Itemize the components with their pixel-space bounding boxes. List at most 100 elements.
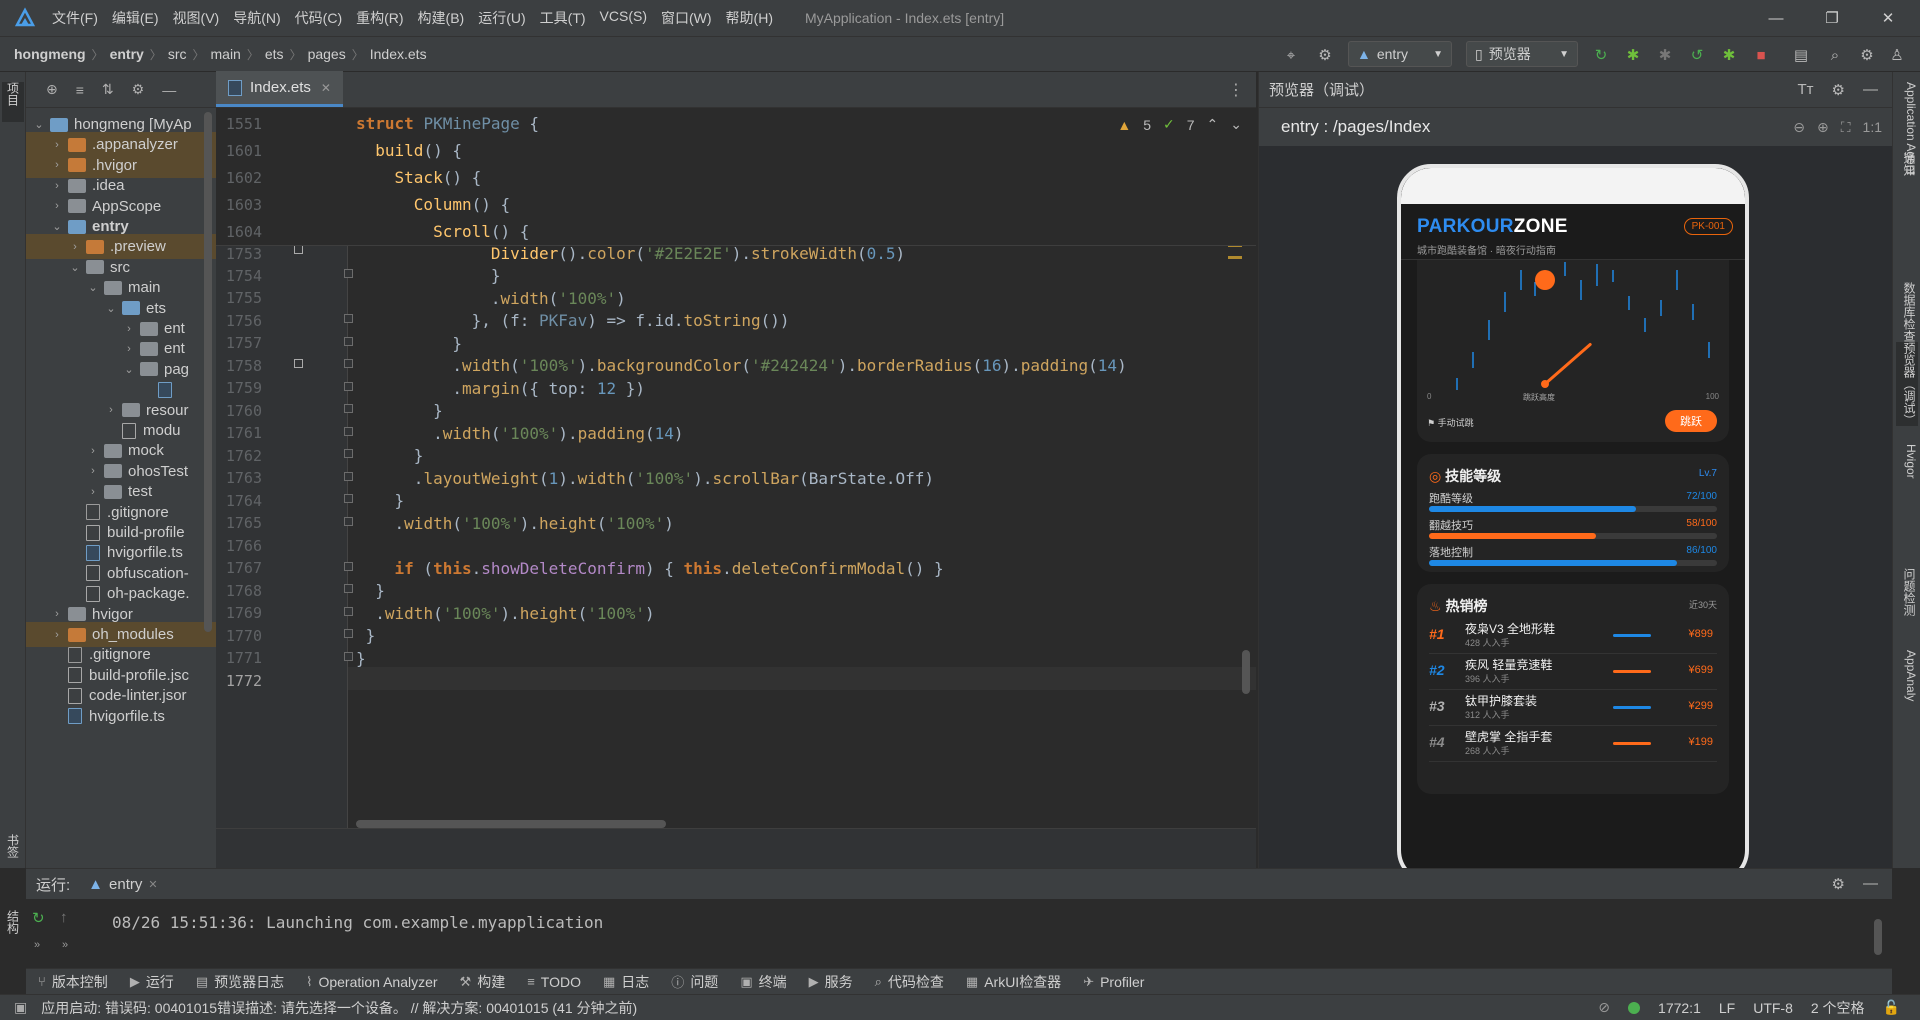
status-message[interactable]: 应用启动: 错误码: 00401015错误描述: 请先选择一个设备。 // 解决… (41, 998, 637, 1018)
locate-icon[interactable]: ⌖ (1280, 44, 1302, 66)
user-icon[interactable]: ♙ (1886, 44, 1908, 66)
code-line[interactable]: 1604 Scroll() { (216, 218, 1256, 246)
tree-item[interactable]: hvigorfile.ts (26, 704, 216, 729)
chevron-right-icon[interactable]: › (50, 159, 64, 171)
tab-project[interactable]: 项目 (2, 82, 24, 122)
rerun-icon[interactable]: ↻ (32, 909, 45, 927)
close-window-button[interactable]: ✕ (1860, 0, 1916, 36)
tool-window-button[interactable]: ⑂ 版本控制 (38, 972, 108, 992)
fold-marker-icon[interactable] (344, 404, 353, 413)
chevron-right-icon[interactable]: › (50, 139, 64, 151)
line-separator[interactable]: LF (1719, 1000, 1735, 1016)
fold-marker-icon[interactable] (344, 561, 353, 571)
run-tab-entry[interactable]: ▲ entry ✕ (88, 876, 157, 893)
chevron-down-icon[interactable]: ⌄ (122, 363, 136, 376)
close-tab-icon[interactable]: ✕ (148, 878, 157, 891)
tool-window-button[interactable]: ▤ 预览器日志 (196, 972, 284, 992)
profile-icon[interactable]: ✱ (1718, 44, 1740, 66)
attach-debugger-icon[interactable]: ✱ (1654, 44, 1676, 66)
fold-marker-icon[interactable] (344, 336, 353, 346)
panel-toggle-icon[interactable]: ▣ (14, 999, 27, 1016)
tool-window-button[interactable]: ⌕ 代码检查 (875, 972, 944, 992)
tool-window-button[interactable]: ▣ 终端 (740, 972, 786, 992)
breadcrumb-item[interactable]: ets (265, 46, 284, 62)
search-icon[interactable]: ⌕ (1824, 44, 1846, 66)
maximize-window-button[interactable]: ❐ (1804, 0, 1860, 36)
gear-icon[interactable]: ⚙ (1832, 875, 1845, 893)
chevron-right-icon[interactable]: › (86, 445, 100, 457)
run-scrollbar[interactable] (1874, 919, 1882, 955)
code-line[interactable]: 1601 build() { (216, 137, 1256, 165)
fold-marker-icon[interactable] (344, 471, 353, 481)
tool-window-button[interactable]: ≡ TODO (527, 974, 581, 990)
menu-item[interactable]: VCS(S) (600, 8, 647, 28)
fold-marker-icon[interactable] (344, 314, 353, 323)
code-line[interactable]: 1602 Stack() { (216, 164, 1256, 192)
chevron-down-icon[interactable]: ⌄ (86, 281, 100, 294)
tool-window-button[interactable]: ⚒ 构建 (460, 972, 506, 992)
expand-all-icon[interactable]: ≡ (76, 82, 84, 98)
fold-marker-icon[interactable] (344, 269, 353, 278)
rerun-icon[interactable]: ↺ (1686, 44, 1708, 66)
right-tool-tab[interactable]: AppAnaly (1896, 650, 1918, 701)
menu-item[interactable]: 文件(F) (52, 8, 98, 28)
expand-icon[interactable]: » (62, 939, 68, 951)
debug-icon[interactable]: ✱ (1622, 44, 1644, 66)
chevron-right-icon[interactable]: › (50, 629, 64, 641)
crosshair-icon[interactable]: ⊕ (46, 81, 58, 98)
right-tool-tab[interactable]: 通知 (1896, 152, 1918, 176)
breadcrumb-item[interactable]: hongmeng (14, 46, 86, 62)
menu-item[interactable]: 帮助(H) (726, 8, 773, 28)
hvigor-icon[interactable]: ⚙ (1314, 44, 1336, 66)
menu-item[interactable]: 视图(V) (173, 8, 220, 28)
tool-window-button[interactable]: ⌇ Operation Analyzer (306, 974, 437, 990)
menu-item[interactable]: 重构(R) (356, 8, 403, 28)
zoom-level[interactable]: 1:1 (1863, 119, 1882, 136)
zoom-in-icon[interactable]: ⊕ (1817, 119, 1829, 136)
hot-item[interactable]: #4 壁虎掌 全指手套 268 人入手 ¥199 (1429, 726, 1717, 762)
run-icon[interactable]: ↻ (1590, 44, 1612, 66)
breadcrumb-item[interactable]: src (168, 46, 187, 62)
tool-window-button[interactable]: ⓘ 问题 (671, 972, 718, 992)
breakpoint-slot-icon[interactable] (294, 359, 303, 368)
indent-setting[interactable]: 2 个空格 (1811, 998, 1865, 1018)
fold-marker-icon[interactable] (344, 606, 353, 616)
vertical-scrollbar[interactable] (1242, 650, 1250, 694)
breadcrumb-item[interactable]: pages (308, 46, 346, 62)
more-icon[interactable]: ⋮ (1228, 80, 1244, 100)
chevron-right-icon[interactable]: › (122, 323, 136, 335)
tool-window-button[interactable]: ✈ Profiler (1083, 974, 1144, 990)
chevron-right-icon[interactable]: › (122, 343, 136, 355)
zoom-out-icon[interactable]: ⊖ (1793, 119, 1805, 136)
fold-marker-icon[interactable] (344, 629, 353, 638)
menu-item[interactable]: 构建(B) (418, 8, 465, 28)
horizontal-scrollbar[interactable] (356, 820, 666, 828)
run-output[interactable]: 08/26 15:51:36: Launching com.example.my… (112, 913, 603, 932)
cursor-position[interactable]: 1772:1 (1658, 1000, 1701, 1016)
fold-marker-icon[interactable] (344, 449, 353, 458)
fold-marker-icon[interactable] (344, 651, 353, 661)
jump-button[interactable]: 跳跃 (1665, 410, 1717, 432)
menu-item[interactable]: 代码(C) (295, 8, 342, 28)
no-connection-icon[interactable]: ⊘ (1598, 999, 1610, 1016)
breakpoint-slot-icon[interactable] (294, 245, 303, 254)
font-size-icon[interactable]: Tт (1798, 81, 1814, 99)
chevron-right-icon[interactable]: › (50, 200, 64, 212)
fold-marker-icon[interactable] (344, 381, 353, 391)
fold-marker-icon[interactable] (344, 359, 353, 368)
gear-icon[interactable]: ⚙ (132, 81, 145, 98)
fold-marker-icon[interactable] (344, 494, 353, 503)
chevron-down-icon[interactable]: ⌄ (104, 302, 118, 315)
hot-item[interactable]: #3 钛甲护膝套装 312 人入手 ¥299 (1429, 690, 1717, 726)
menu-item[interactable]: 导航(N) (233, 8, 280, 28)
right-tool-tab[interactable]: Hvigor (1896, 444, 1918, 479)
code-line[interactable]: 1603 Column() { (216, 191, 1256, 219)
tool-window-button[interactable]: ▶ 运行 (130, 972, 174, 992)
fold-marker-icon[interactable] (344, 516, 353, 526)
expand-icon[interactable]: » (34, 939, 40, 951)
menu-item[interactable]: 编辑(E) (112, 8, 159, 28)
menu-item[interactable]: 工具(T) (540, 8, 586, 28)
chevron-right-icon[interactable]: › (104, 404, 118, 416)
device-select[interactable]: ▯ 预览器 ▼ (1466, 41, 1578, 67)
hide-panel-icon[interactable]: — (162, 82, 176, 98)
